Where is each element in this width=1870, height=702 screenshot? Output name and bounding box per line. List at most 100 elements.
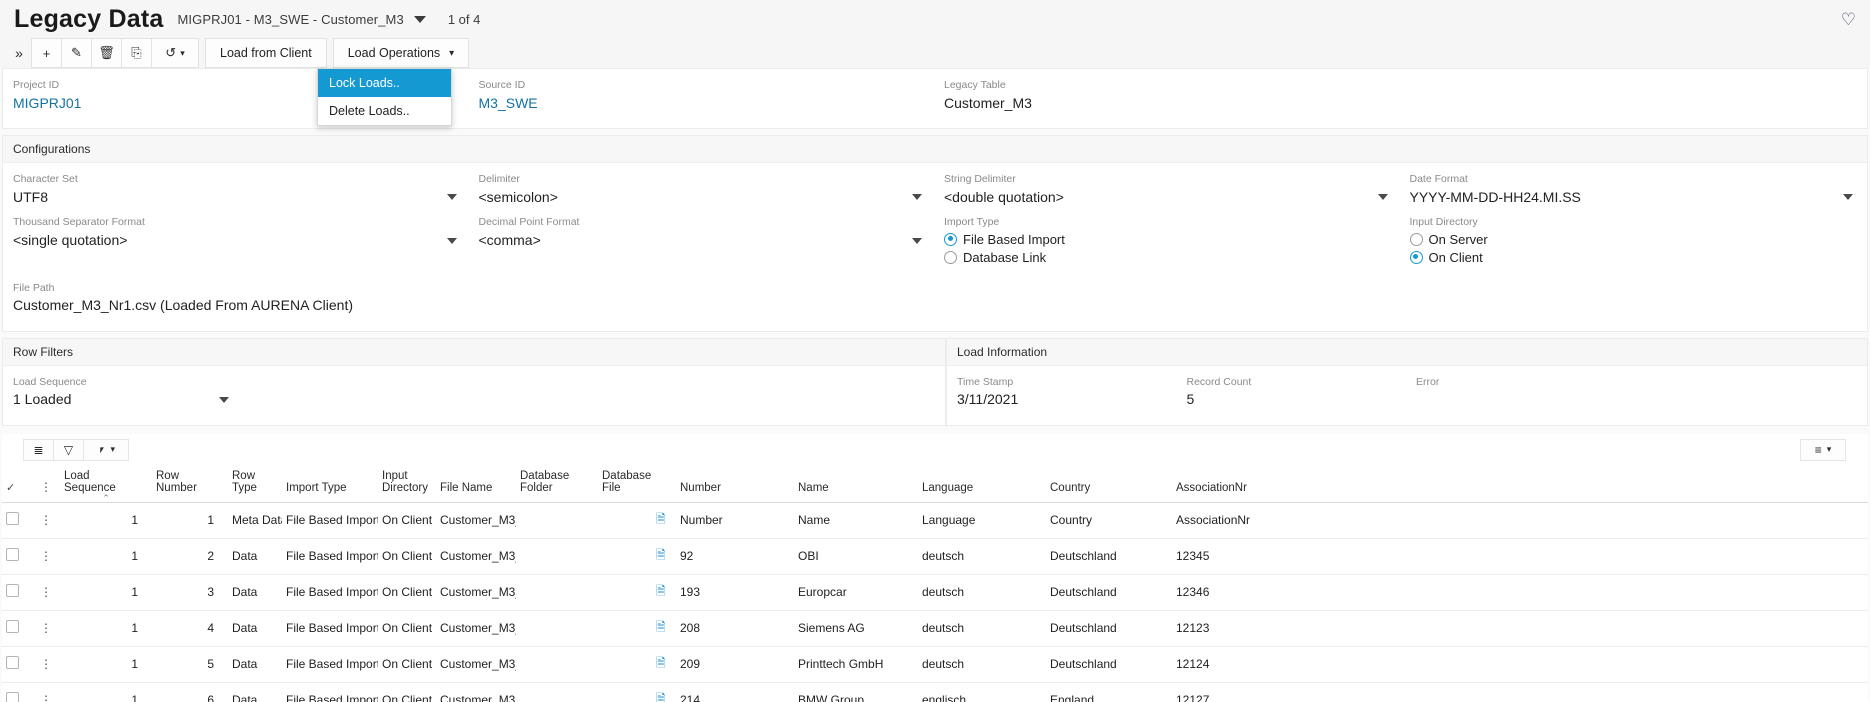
source-id-value[interactable]: M3_SWE: [479, 95, 927, 113]
column-header-input-directory[interactable]: Input Directory: [378, 466, 436, 503]
row-menu-button[interactable]: ⋮: [36, 646, 60, 682]
row-menu-button[interactable]: ⋮: [36, 502, 60, 538]
export-icon: ⎖: [97, 442, 107, 457]
table-row[interactable]: ⋮16DataFile Based ImportOn ClientCustome…: [2, 682, 1868, 702]
row-detail-button[interactable]: 🗎: [652, 610, 676, 646]
chevron-down-icon: [912, 194, 922, 200]
row-detail-button[interactable]: 🗎: [652, 646, 676, 682]
load-from-client-button[interactable]: Load from Client: [205, 38, 327, 68]
input-directory-option-on-client[interactable]: On Client: [1410, 250, 1858, 265]
column-header-database-file[interactable]: Database File: [598, 466, 652, 503]
string-delimiter-select[interactable]: <double quotation>: [944, 189, 1392, 207]
list-view-button[interactable]: ≣: [23, 439, 54, 461]
column-header-row-number[interactable]: Row Number: [152, 466, 228, 503]
character-set-value: UTF8: [13, 189, 48, 207]
row-menu-button[interactable]: ⋮: [36, 574, 60, 610]
delete-button[interactable]: 🗑: [91, 38, 122, 68]
grid-settings-button[interactable]: ≡ ▾: [1800, 439, 1846, 461]
cell-load-sequence: 1: [60, 646, 152, 682]
row-select-checkbox[interactable]: [2, 610, 36, 646]
error-label: Error: [1416, 376, 1628, 389]
cell-country: Deutschland: [1046, 610, 1172, 646]
trash-icon: 🗑: [98, 45, 115, 61]
column-header-load-sequence[interactable]: Load Sequence⌃: [60, 466, 152, 503]
cell-row-number: 5: [152, 646, 228, 682]
menu-item-delete-loads[interactable]: Delete Loads..: [318, 97, 451, 125]
legacy-table-label: Legacy Table: [944, 79, 1392, 92]
column-header-database-folder[interactable]: Database Folder: [516, 466, 598, 503]
cell-database-folder: [516, 538, 598, 574]
heart-icon[interactable]: ♡: [1841, 11, 1856, 28]
row-select-checkbox[interactable]: [2, 574, 36, 610]
delimiter-select[interactable]: <semicolon>: [479, 189, 927, 207]
select-all-header[interactable]: ✓: [2, 466, 36, 503]
table-row[interactable]: ⋮12DataFile Based ImportOn ClientCustome…: [2, 538, 1868, 574]
cell-name: Siemens AG: [794, 610, 918, 646]
cell-number: 208: [676, 610, 794, 646]
table-row[interactable]: ⋮14DataFile Based ImportOn ClientCustome…: [2, 610, 1868, 646]
column-header-language[interactable]: Language: [918, 466, 1046, 503]
thousand-separator-select[interactable]: <single quotation>: [13, 232, 461, 250]
column-header-file-name[interactable]: File Name: [436, 466, 516, 503]
funnel-icon: ▽: [64, 443, 73, 457]
cell-load-sequence: 1: [60, 574, 152, 610]
cell-load-sequence: 1: [60, 538, 152, 574]
table-row[interactable]: ⋮13DataFile Based ImportOn ClientCustome…: [2, 574, 1868, 610]
row-menu-button[interactable]: ⋮: [36, 538, 60, 574]
duplicate-button[interactable]: ⎘: [121, 38, 152, 68]
checkbox-icon: [6, 656, 19, 669]
record-count-label: Record Count: [1187, 376, 1399, 389]
row-detail-button[interactable]: 🗎: [652, 538, 676, 574]
row-select-checkbox[interactable]: [2, 502, 36, 538]
cell-country: Country: [1046, 502, 1172, 538]
row-detail-button[interactable]: 🗎: [652, 682, 676, 702]
cell-import-type: File Based Import: [282, 610, 378, 646]
cell-number: Number: [676, 502, 794, 538]
row-detail-button[interactable]: 🗎: [652, 574, 676, 610]
column-header-country[interactable]: Country: [1046, 466, 1172, 503]
chevron-down-icon: ▾: [180, 48, 185, 59]
load-operations-button[interactable]: Load Operations ▾: [333, 38, 469, 68]
refresh-button[interactable]: ↺ ▾: [151, 38, 199, 68]
row-menu-button[interactable]: ⋮: [36, 682, 60, 702]
cell-input-directory: On Client: [378, 538, 436, 574]
cell-input-directory: On Client: [378, 646, 436, 682]
thousand-separator-field: Thousand Separator Format <single quotat…: [13, 212, 461, 274]
chevron-down-icon: [912, 238, 922, 244]
row-detail-button[interactable]: 🗎: [652, 502, 676, 538]
column-header-row-type[interactable]: Row Type: [228, 466, 282, 503]
edit-button[interactable]: ✎: [61, 38, 92, 68]
chevrons-right-icon[interactable]: »: [6, 38, 32, 68]
add-button[interactable]: +: [31, 38, 62, 68]
record-context-chevron-down-icon[interactable]: [414, 16, 426, 23]
legacy-table-field: Legacy Table Customer_M3: [944, 75, 1392, 118]
filter-button[interactable]: ▽: [53, 439, 84, 461]
import-type-option-database-link[interactable]: Database Link: [944, 250, 1392, 265]
import-type-option-file-based-import[interactable]: File Based Import: [944, 232, 1392, 247]
column-header-association-nr[interactable]: AssociationNr: [1172, 466, 1868, 503]
menu-item-lock-loads[interactable]: Lock Loads..: [318, 69, 451, 97]
export-button[interactable]: ⎖ ▾: [83, 439, 129, 461]
load-sequence-field: Load Sequence 1 Loaded: [13, 372, 233, 415]
decimal-point-select[interactable]: <comma>: [479, 232, 927, 250]
kebab-menu-icon: ⋮: [40, 693, 52, 702]
cell-file-name: Customer_M3_I: [436, 682, 516, 702]
row-select-checkbox[interactable]: [2, 682, 36, 702]
cell-database-folder: [516, 682, 598, 702]
input-directory-option-on-server[interactable]: On Server: [1410, 232, 1858, 247]
table-row[interactable]: ⋮15DataFile Based ImportOn ClientCustome…: [2, 646, 1868, 682]
row-select-checkbox[interactable]: [2, 538, 36, 574]
kebab-menu-icon: ⋮: [40, 657, 52, 671]
cell-import-type: File Based Import: [282, 538, 378, 574]
table-row[interactable]: ⋮11Meta DataFile Based ImportOn ClientCu…: [2, 502, 1868, 538]
date-format-select[interactable]: YYYY-MM-DD-HH24.MI.SS: [1410, 189, 1858, 207]
load-sequence-select[interactable]: 1 Loaded: [13, 391, 233, 409]
column-header-name[interactable]: Name: [794, 466, 918, 503]
cell-association-nr: AssociationNr: [1172, 502, 1868, 538]
character-set-select[interactable]: UTF8: [13, 189, 461, 207]
row-select-checkbox[interactable]: [2, 646, 36, 682]
plus-icon: +: [43, 46, 51, 61]
column-header-number[interactable]: Number: [676, 466, 794, 503]
column-header-import-type[interactable]: Import Type: [282, 466, 378, 503]
row-menu-button[interactable]: ⋮: [36, 610, 60, 646]
